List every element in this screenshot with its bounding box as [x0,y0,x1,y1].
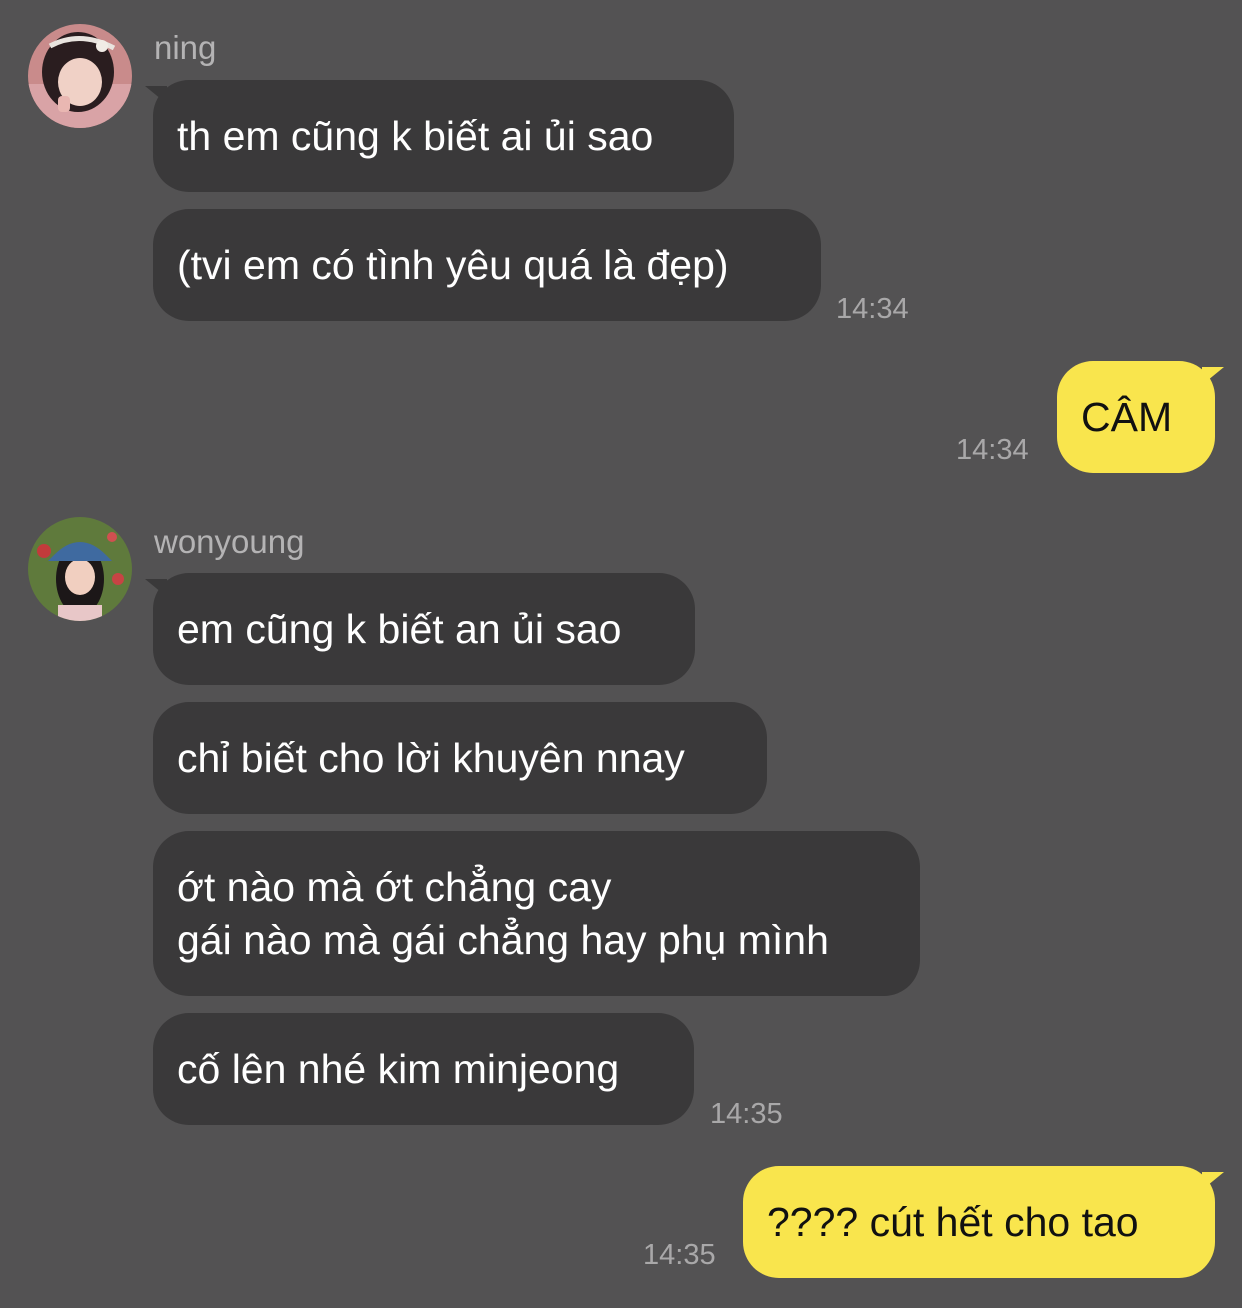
message-bubble-incoming[interactable]: (tvi em có tình yêu quá là đẹp) [153,209,821,321]
message-text: em cũng k biết an ủi sao [177,605,622,652]
message-text: (tvi em có tình yêu quá là đẹp) [177,241,729,288]
message-text: ớt nào mà ớt chẳng cay gái nào mà gái ch… [177,863,829,963]
message-bubble-incoming[interactable]: em cũng k biết an ủi sao [145,573,695,685]
avatar-ning[interactable] [28,24,132,128]
message-text: chỉ biết cho lời khuyên nnay [177,734,685,781]
sender-name-wonyoung: wonyoung [154,523,305,560]
message-bubble-incoming[interactable]: chỉ biết cho lời khuyên nnay [153,702,767,814]
message-timestamp: 14:34 [836,293,909,325]
message-bubble-outgoing[interactable]: CÂM [1057,361,1224,473]
profile-photo-icon [28,24,132,128]
profile-photo-icon [28,517,132,621]
sender-name-ning: ning [154,29,217,66]
avatar-wonyoung[interactable] [28,517,132,621]
message-timestamp: 14:35 [710,1098,783,1130]
message-text: th em cũng k biết ai ủi sao [177,112,654,159]
message-bubble-incoming[interactable]: ớt nào mà ớt chẳng cay gái nào mà gái ch… [153,831,920,996]
message-text: ???? cút hết cho tao [767,1198,1139,1245]
message-timestamp: 14:34 [956,434,1029,466]
message-text: cố lên nhé kim minjeong [177,1045,620,1092]
message-bubble-incoming[interactable]: th em cũng k biết ai ủi sao [145,80,734,192]
message-timestamp: 14:35 [643,1239,716,1271]
message-bubble-incoming[interactable]: cố lên nhé kim minjeong [153,1013,694,1125]
message-text: CÂM [1081,393,1173,440]
message-bubble-outgoing[interactable]: ???? cút hết cho tao [743,1166,1224,1278]
